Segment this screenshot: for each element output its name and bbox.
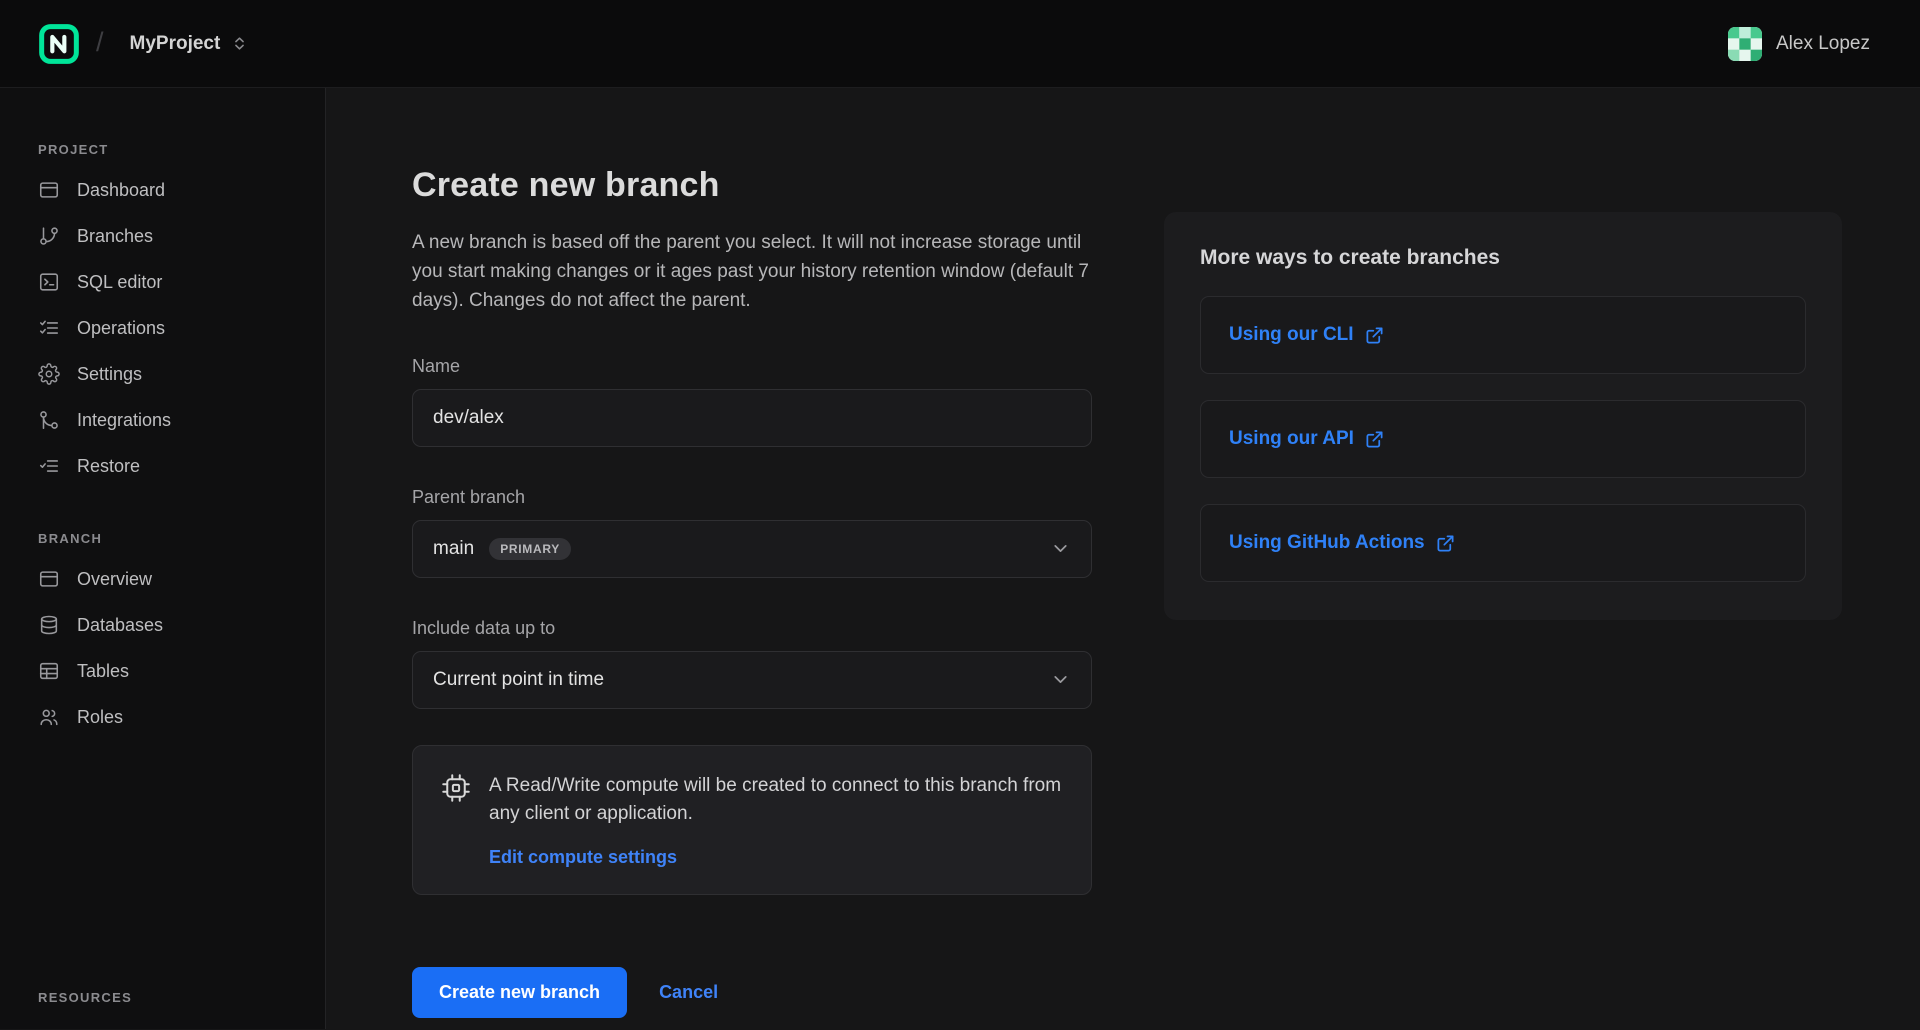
primary-badge: PRIMARY [489, 538, 571, 560]
avatar [1728, 27, 1762, 61]
edit-compute-settings-link[interactable]: Edit compute settings [489, 847, 677, 868]
branches-icon [38, 225, 60, 247]
sidebar-item-tables[interactable]: Tables [38, 648, 295, 694]
project-name: MyProject [130, 33, 221, 55]
layout: PROJECT Dashboard Branches SQL editor [0, 88, 1920, 1029]
sidebar-item-label: Operations [77, 318, 165, 339]
github-actions-link-label: Using GitHub Actions [1229, 532, 1425, 554]
sidebar-item-label: Branches [77, 226, 153, 247]
include-data-label: Include data up to [412, 618, 1092, 639]
page-description: A new branch is based off the parent you… [412, 229, 1092, 316]
external-link-icon [1436, 534, 1455, 553]
dashboard-icon [38, 179, 60, 201]
sidebar-item-label: Dashboard [77, 180, 165, 201]
create-branch-button[interactable]: Create new branch [412, 967, 627, 1018]
gear-icon [38, 363, 60, 385]
tables-icon [38, 660, 60, 682]
parent-branch-label: Parent branch [412, 487, 1092, 508]
breadcrumb-separator: / [96, 27, 104, 58]
project-selector[interactable]: MyProject [120, 25, 259, 63]
overview-icon [38, 568, 60, 590]
sidebar-item-settings[interactable]: Settings [38, 351, 295, 397]
sidebar-item-label: Roles [77, 707, 123, 728]
sidebar-item-label: Tables [77, 661, 129, 682]
sidebar-section-branch: BRANCH Overview Databases Tables [38, 531, 295, 740]
section-title-branch: BRANCH [38, 531, 295, 546]
form-actions: Create new branch Cancel [412, 967, 1092, 1018]
parent-branch-value: main [433, 538, 474, 560]
roles-icon [38, 706, 60, 728]
name-label: Name [412, 356, 1092, 377]
topbar: / MyProject Alex Lopez [0, 0, 1920, 88]
sidebar-item-sql-editor[interactable]: SQL editor [38, 259, 295, 305]
page-title: Create new branch [412, 166, 1092, 205]
operations-icon [38, 317, 60, 339]
sidebar-item-dashboard[interactable]: Dashboard [38, 167, 295, 213]
include-data-value: Current point in time [433, 669, 604, 691]
cpu-icon [441, 773, 471, 868]
sidebar-item-databases[interactable]: Databases [38, 602, 295, 648]
sidebar-section-project: PROJECT Dashboard Branches SQL editor [38, 142, 295, 489]
topbar-left: / MyProject [38, 23, 258, 65]
databases-icon [38, 614, 60, 636]
api-link-label: Using our API [1229, 428, 1354, 450]
sidebar-section-resources: RESOURCES [38, 990, 295, 1015]
more-ways-panel: More ways to create branches Using our C… [1164, 212, 1842, 620]
include-data-select[interactable]: Current point in time [412, 651, 1092, 709]
main-content: Create new branch A new branch is based … [326, 88, 1920, 1029]
chevron-updown-icon [231, 35, 248, 52]
chevron-down-icon [1050, 669, 1071, 690]
external-link-icon [1365, 326, 1384, 345]
cli-link-label: Using our CLI [1229, 324, 1354, 346]
more-ways-title: More ways to create branches [1200, 246, 1806, 270]
restore-icon [38, 455, 60, 477]
sidebar-item-label: Integrations [77, 410, 171, 431]
compute-notice-text: A Read/Write compute will be created to … [489, 772, 1063, 829]
sidebar-item-label: Settings [77, 364, 142, 385]
sidebar-item-integrations[interactable]: Integrations [38, 397, 295, 443]
cancel-button[interactable]: Cancel [659, 982, 718, 1003]
user-name: Alex Lopez [1776, 33, 1870, 55]
cli-link-card[interactable]: Using our CLI [1200, 296, 1806, 374]
sidebar-item-label: Overview [77, 569, 152, 590]
compute-info-content: A Read/Write compute will be created to … [489, 772, 1063, 868]
parent-branch-select[interactable]: main PRIMARY [412, 520, 1092, 578]
sidebar-item-label: Databases [77, 615, 163, 636]
sidebar: PROJECT Dashboard Branches SQL editor [0, 88, 326, 1029]
sidebar-item-branches[interactable]: Branches [38, 213, 295, 259]
integrations-icon [38, 409, 60, 431]
sidebar-item-overview[interactable]: Overview [38, 556, 295, 602]
sql-editor-icon [38, 271, 60, 293]
sidebar-item-roles[interactable]: Roles [38, 694, 295, 740]
user-menu[interactable]: Alex Lopez [1728, 27, 1870, 61]
branch-name-input[interactable] [412, 389, 1092, 447]
section-title-resources: RESOURCES [38, 990, 295, 1005]
sidebar-item-restore[interactable]: Restore [38, 443, 295, 489]
sidebar-item-label: Restore [77, 456, 140, 477]
api-link-card[interactable]: Using our API [1200, 400, 1806, 478]
section-title-project: PROJECT [38, 142, 295, 157]
neon-logo[interactable] [38, 23, 80, 65]
sidebar-item-operations[interactable]: Operations [38, 305, 295, 351]
compute-info-box: A Read/Write compute will be created to … [412, 745, 1092, 895]
sidebar-item-label: SQL editor [77, 272, 162, 293]
github-actions-link-card[interactable]: Using GitHub Actions [1200, 504, 1806, 582]
chevron-down-icon [1050, 538, 1071, 559]
create-branch-form: Create new branch A new branch is based … [412, 166, 1092, 1018]
external-link-icon [1365, 430, 1384, 449]
